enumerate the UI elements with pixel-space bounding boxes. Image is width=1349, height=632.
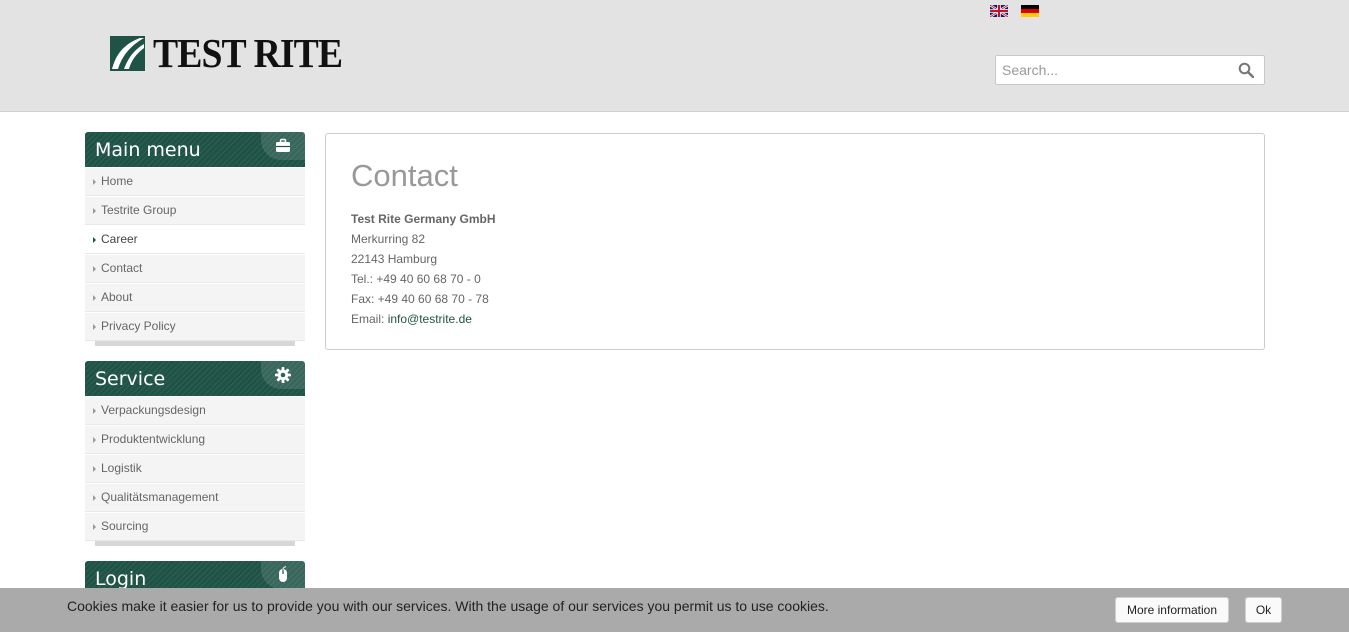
sidebar-item-privacy-policy[interactable]: Privacy Policy [85, 312, 305, 341]
german-flag-icon[interactable] [1021, 5, 1039, 17]
sidebar-item-logistik[interactable]: Logistik [85, 454, 305, 483]
login-icon-box [261, 561, 305, 589]
sidebar-item-label: Career [101, 232, 138, 246]
sidebar-item-label: Logistik [101, 461, 142, 475]
sidebar-item-label: Testrite Group [101, 203, 177, 217]
sidebar-item-label: Verpackungsdesign [101, 403, 206, 417]
login-title: Login [95, 568, 147, 590]
sidebar-item-verpackungsdesign[interactable]: Verpackungsdesign [85, 396, 305, 425]
sidebar-item-label: Qualitätsmanagement [101, 490, 219, 504]
search-input[interactable] [1002, 60, 1227, 80]
search-icon[interactable] [1238, 62, 1254, 78]
sidebar-item-label: Home [101, 174, 134, 188]
bullet-icon [93, 266, 96, 272]
sidebar-item-contact[interactable]: Contact [85, 254, 305, 283]
bullet-icon [93, 324, 96, 330]
bullet-icon [93, 208, 96, 214]
sidebar-item-label: Produktentwicklung [101, 432, 206, 446]
service-title: Service [95, 368, 166, 390]
sidebar-item-qualitatsmanagement[interactable]: Qualitätsmanagement [85, 483, 305, 512]
page-title: Contact [351, 158, 458, 193]
cookie-bar: Cookies make it easier for us to provide… [0, 588, 1349, 632]
bullet-icon [93, 237, 96, 243]
uk-flag-icon[interactable] [990, 5, 1008, 17]
bullet-icon [93, 179, 96, 185]
sidebar-item-label: About [101, 290, 133, 304]
main-menu-title: Main menu [95, 139, 201, 161]
company-name: Test Rite Germany GmbH [351, 212, 496, 226]
sidebar-item-label: Privacy Policy [101, 319, 176, 333]
contact-panel: Contact Test Rite Germany GmbH Merkurrin… [325, 133, 1265, 350]
sidebar-item-label: Sourcing [101, 519, 149, 533]
address-street: Merkurring 82 [351, 232, 426, 246]
sidebar-item-testrite-group[interactable]: Testrite Group [85, 196, 305, 225]
cookie-message: Cookies make it easier for us to provide… [67, 598, 829, 614]
contact-address: Test Rite Germany GmbH Merkurring 82 221… [351, 209, 495, 329]
site-logo[interactable]: TEST RITE [110, 30, 359, 76]
bullet-icon [93, 295, 96, 301]
site-header: TEST RITE [0, 0, 1349, 112]
bullet-icon [93, 437, 96, 443]
sidebar-item-career[interactable]: Career [85, 225, 305, 254]
address-city: 22143 Hamburg [351, 252, 438, 266]
search-box [995, 55, 1265, 85]
email-link[interactable]: info@testrite.de [388, 312, 472, 326]
service-icon-box [261, 361, 305, 389]
service-footer-bar [95, 541, 295, 546]
main-menu-header: Main menu [85, 132, 305, 167]
more-information-button[interactable]: More information [1115, 597, 1229, 623]
sidebar-item-sourcing[interactable]: Sourcing [85, 512, 305, 541]
bullet-icon [93, 466, 96, 472]
phone-number: Tel.: +49 40 60 68 70 - 0 [351, 272, 481, 286]
email-label: Email: [351, 312, 388, 326]
email-row: Email: info@testrite.de [351, 309, 495, 329]
sidebar-item-label: Contact [101, 261, 143, 275]
language-switcher [990, 5, 1039, 17]
main-menu-icon-box [261, 132, 305, 160]
sidebar-item-produktentwicklung[interactable]: Produktentwicklung [85, 425, 305, 454]
gear-icon [275, 367, 291, 383]
sidebar-item-home[interactable]: Home [85, 167, 305, 196]
mouse-icon [279, 566, 287, 582]
logo-leaf-icon [110, 35, 145, 71]
briefcase-icon [276, 138, 290, 152]
main-menu-module: Main menu Home Testrite Group Career Con… [85, 132, 305, 346]
fax-number: Fax: +49 40 60 68 70 - 78 [351, 292, 489, 306]
service-header: Service [85, 361, 305, 396]
main-menu-footer-bar [95, 341, 295, 346]
ok-button[interactable]: Ok [1245, 597, 1282, 623]
bullet-icon [93, 408, 96, 414]
bullet-icon [93, 524, 96, 530]
sidebar-item-about[interactable]: About [85, 283, 305, 312]
service-module: Service Verpackungsdesign Produktentwick… [85, 361, 305, 546]
logo-text: TEST RITE [153, 30, 343, 76]
bullet-icon [93, 495, 96, 501]
